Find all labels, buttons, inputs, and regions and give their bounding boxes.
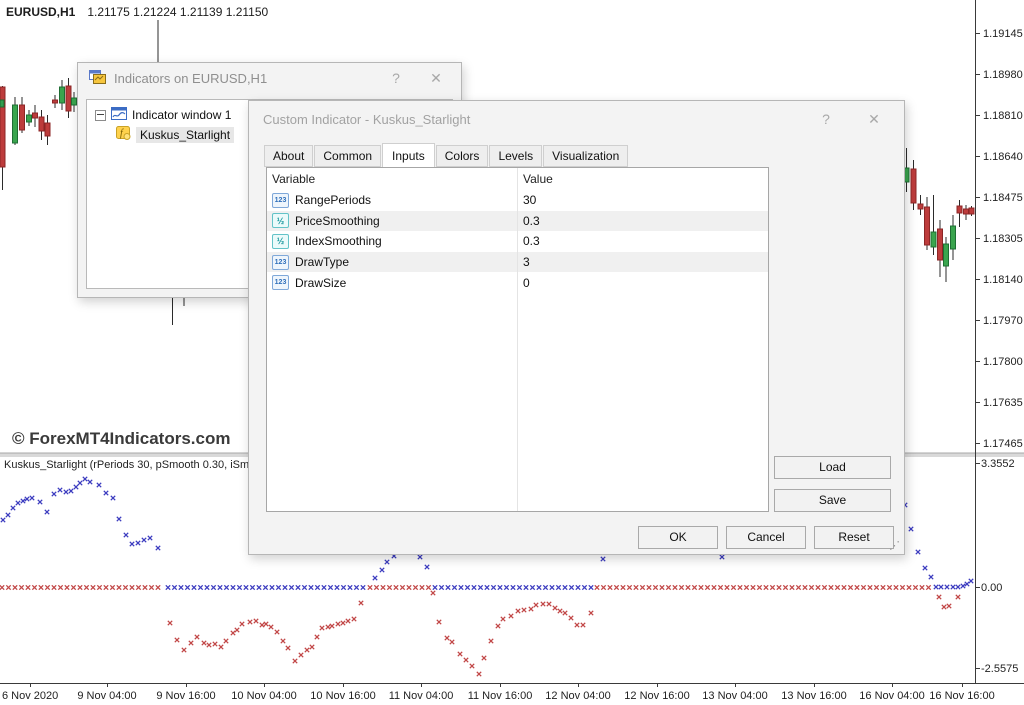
function-icon: f xyxy=(116,126,131,143)
watermark-text: © ForexMT4Indicators.com xyxy=(12,429,230,449)
help-button[interactable]: ? xyxy=(383,63,409,93)
indicators-dialog-icon xyxy=(88,69,106,88)
svg-text:9 Nov 04:00: 9 Nov 04:00 xyxy=(77,690,136,702)
tab-inputs[interactable]: Inputs xyxy=(382,143,435,168)
column-divider xyxy=(517,168,518,511)
svg-text:11 Nov 04:00: 11 Nov 04:00 xyxy=(389,690,454,702)
symbol-period-label: EURUSD,H1 xyxy=(6,5,75,19)
svg-text:12 Nov 16:00: 12 Nov 16:00 xyxy=(624,690,689,702)
svg-text:1.18640: 1.18640 xyxy=(983,151,1023,163)
svg-text:9 Nov 16:00: 9 Nov 16:00 xyxy=(156,690,215,702)
svg-text:1.18140: 1.18140 xyxy=(983,274,1023,286)
svg-text:11 Nov 16:00: 11 Nov 16:00 xyxy=(468,690,533,702)
svg-text:1.17970: 1.17970 xyxy=(983,315,1023,327)
indicator-pane-label: Kuskus_Starlight (rPeriods 30, pSmooth 0… xyxy=(4,459,264,471)
column-header-variable: Variable xyxy=(267,172,517,186)
collapse-icon[interactable] xyxy=(95,110,106,121)
save-button[interactable]: Save xyxy=(774,489,891,512)
param-value[interactable]: 0.3 xyxy=(517,214,540,228)
integer-type-icon: 123 xyxy=(272,255,289,270)
tab-levels[interactable]: Levels xyxy=(489,145,542,167)
ohlc-header: EURUSD,H1 1.21175 1.21224 1.21139 1.21150 xyxy=(6,5,268,19)
resize-grip[interactable]: ⋰ xyxy=(889,539,901,552)
svg-text:-2.5575: -2.5575 xyxy=(981,663,1018,675)
svg-text:1.19145: 1.19145 xyxy=(983,28,1023,40)
svg-text:10 Nov 16:00: 10 Nov 16:00 xyxy=(310,690,375,702)
svg-text:0.00: 0.00 xyxy=(981,582,1002,594)
integer-type-icon: 123 xyxy=(272,193,289,208)
tree-item-label: Kuskus_Starlight xyxy=(136,127,234,143)
double-type-icon: ½ xyxy=(272,213,289,228)
tree-item-label: Indicator window 1 xyxy=(132,108,231,122)
svg-text:13 Nov 16:00: 13 Nov 16:00 xyxy=(781,690,846,702)
tab-colors[interactable]: Colors xyxy=(436,145,489,167)
svg-text:1.17635: 1.17635 xyxy=(983,397,1023,409)
close-icon[interactable]: ✕ xyxy=(861,101,887,137)
inputs-table: Variable Value 123RangePeriods 30 ½Price… xyxy=(266,167,769,512)
tab-common[interactable]: Common xyxy=(314,145,381,167)
tab-about[interactable]: About xyxy=(264,145,313,167)
svg-text:6 Nov 2020: 6 Nov 2020 xyxy=(2,690,58,702)
custom-dialog-title: Custom Indicator - Kuskus_Starlight xyxy=(263,112,470,127)
cancel-button[interactable]: Cancel xyxy=(726,526,806,549)
param-value[interactable]: 3 xyxy=(517,255,530,269)
indicators-dialog-titlebar[interactable]: Indicators on EURUSD,H1 ? ✕ xyxy=(78,63,461,93)
param-value[interactable]: 30 xyxy=(517,193,536,207)
param-name: DrawSize xyxy=(295,276,346,290)
chart-window-icon xyxy=(111,107,127,123)
tab-visualization[interactable]: Visualization xyxy=(543,145,628,167)
svg-text:12 Nov 04:00: 12 Nov 04:00 xyxy=(545,690,610,702)
dialog-tabs: About Common Inputs Colors Levels Visual… xyxy=(264,142,629,167)
column-header-value: Value xyxy=(517,172,553,186)
svg-text:16 Nov 04:00: 16 Nov 04:00 xyxy=(859,690,924,702)
param-value[interactable]: 0 xyxy=(517,276,530,290)
load-button[interactable]: Load xyxy=(774,456,891,479)
svg-text:16 Nov 16:00: 16 Nov 16:00 xyxy=(929,690,994,702)
param-value[interactable]: 0.3 xyxy=(517,234,540,248)
double-type-icon: ½ xyxy=(272,234,289,249)
svg-text:1.18810: 1.18810 xyxy=(983,110,1023,122)
close-icon[interactable]: ✕ xyxy=(423,63,449,93)
ok-button[interactable]: OK xyxy=(638,526,718,549)
svg-text:13 Nov 04:00: 13 Nov 04:00 xyxy=(702,690,767,702)
svg-text:1.18475: 1.18475 xyxy=(983,192,1023,204)
svg-text:3.3552: 3.3552 xyxy=(981,458,1015,470)
custom-dialog-titlebar[interactable]: Custom Indicator - Kuskus_Starlight ? ✕ xyxy=(249,101,904,137)
param-name: IndexSmoothing xyxy=(295,234,382,248)
param-name: PriceSmoothing xyxy=(295,214,380,228)
custom-indicator-dialog: Custom Indicator - Kuskus_Starlight ? ✕ … xyxy=(248,100,905,555)
ohlc-values: 1.21175 1.21224 1.21139 1.21150 xyxy=(87,5,268,19)
help-button[interactable]: ? xyxy=(813,101,839,137)
svg-text:1.17465: 1.17465 xyxy=(983,438,1023,450)
param-name: RangePeriods xyxy=(295,193,371,207)
mt4-chart-window: 1.19145 1.18980 1.18810 1.18640 1.18475 1.183… xyxy=(0,0,1024,705)
indicators-dialog-title: Indicators on EURUSD,H1 xyxy=(114,71,267,86)
svg-text:1.18305: 1.18305 xyxy=(983,233,1023,245)
svg-text:1.17800: 1.17800 xyxy=(983,356,1023,368)
reset-button[interactable]: Reset xyxy=(814,526,894,549)
integer-type-icon: 123 xyxy=(272,275,289,290)
param-name: DrawType xyxy=(295,255,349,269)
svg-text:1.18980: 1.18980 xyxy=(983,69,1023,81)
svg-text:10 Nov 04:00: 10 Nov 04:00 xyxy=(231,690,296,702)
